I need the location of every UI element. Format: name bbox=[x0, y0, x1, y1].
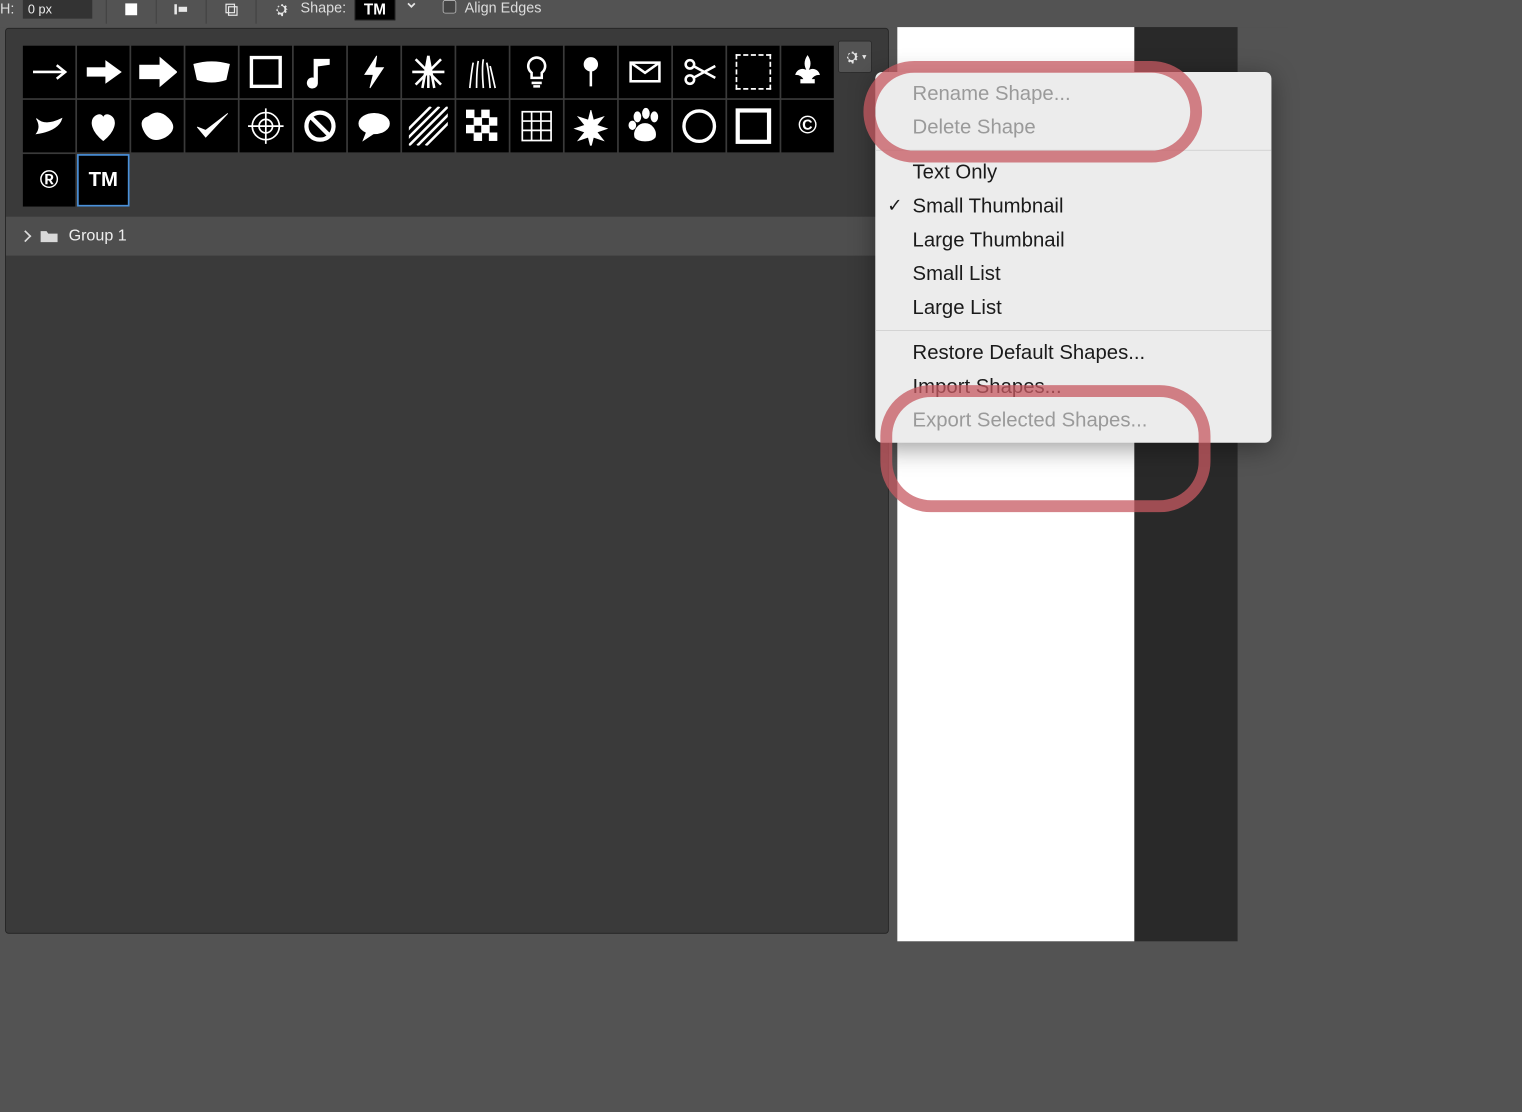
shape-grid[interactable] bbox=[510, 100, 562, 152]
shape-preview[interactable]: TM bbox=[355, 0, 396, 20]
menu-item-small-list[interactable]: Small List bbox=[875, 257, 1271, 291]
shape-flyout-menu: Rename Shape...Delete ShapeText OnlySmal… bbox=[875, 72, 1271, 443]
shapes-grid: © ® TM bbox=[6, 29, 888, 212]
menu-item-delete-shape: Delete Shape bbox=[875, 111, 1271, 145]
fill-swatch-icon[interactable] bbox=[120, 0, 142, 19]
shape-copyright[interactable]: © bbox=[781, 100, 833, 152]
shape-pushpin[interactable] bbox=[565, 46, 617, 98]
menu-divider bbox=[875, 150, 1271, 151]
shape-registered[interactable]: ® bbox=[23, 154, 75, 206]
shape-heart[interactable] bbox=[77, 100, 129, 152]
menu-item-small-thumbnail[interactable]: Small Thumbnail bbox=[875, 190, 1271, 224]
menu-item-large-list[interactable]: Large List bbox=[875, 291, 1271, 325]
chevron-right-icon bbox=[19, 230, 31, 242]
shape-eighth-note[interactable] bbox=[294, 46, 346, 98]
shape-arrow-thin-right[interactable] bbox=[23, 46, 75, 98]
shape-checker[interactable] bbox=[456, 100, 508, 152]
shape-starburst[interactable] bbox=[402, 46, 454, 98]
dropdown-caret-icon: ▾ bbox=[862, 52, 866, 61]
shape-banner[interactable] bbox=[185, 46, 237, 98]
menu-item-import-shapes[interactable]: Import Shapes... bbox=[875, 370, 1271, 404]
shape-ribbon[interactable] bbox=[23, 100, 75, 152]
shape-square-outline[interactable] bbox=[727, 100, 779, 152]
shape-grass[interactable] bbox=[456, 46, 508, 98]
menu-item-export-selected-shapes: Export Selected Shapes... bbox=[875, 404, 1271, 438]
arrange-icon[interactable] bbox=[220, 0, 242, 19]
align-icon[interactable] bbox=[170, 0, 192, 19]
menu-item-rename-shape: Rename Shape... bbox=[875, 77, 1271, 111]
menu-item-restore-default-shapes[interactable]: Restore Default Shapes... bbox=[875, 336, 1271, 370]
separator bbox=[256, 0, 257, 24]
shape-label: Shape: bbox=[301, 0, 347, 17]
panel-gear-button[interactable]: ▾ bbox=[838, 41, 872, 73]
separator bbox=[106, 0, 107, 24]
shape-picker-panel: © ® TM Group 1 bbox=[5, 28, 889, 934]
shape-blob[interactable] bbox=[131, 100, 183, 152]
shape-dropdown-icon[interactable] bbox=[404, 0, 419, 10]
shape-rough-frame[interactable] bbox=[240, 46, 292, 98]
shape-arrow-medium-right[interactable] bbox=[77, 46, 129, 98]
align-edges-checkbox[interactable] bbox=[443, 0, 457, 14]
shape-checkmark[interactable] bbox=[185, 100, 237, 152]
gear-icon[interactable] bbox=[270, 0, 292, 19]
shape-stamp-dashed[interactable] bbox=[727, 46, 779, 98]
menu-item-large-thumbnail[interactable]: Large Thumbnail bbox=[875, 223, 1271, 257]
shape-lightning[interactable] bbox=[348, 46, 400, 98]
menu-item-text-only[interactable]: Text Only bbox=[875, 156, 1271, 190]
shape-diagonal-lines[interactable] bbox=[402, 100, 454, 152]
group-label: Group 1 bbox=[69, 227, 127, 246]
shape-speech-bubble[interactable] bbox=[348, 100, 400, 152]
shape-scissors[interactable] bbox=[673, 46, 725, 98]
align-edges-label: Align Edges bbox=[465, 0, 542, 17]
shape-no-symbol[interactable] bbox=[294, 100, 346, 152]
folder-icon bbox=[40, 229, 59, 244]
separator bbox=[206, 0, 207, 24]
shape-target[interactable] bbox=[240, 100, 292, 152]
shape-fleur-de-lis[interactable] bbox=[781, 46, 833, 98]
shape-envelope[interactable] bbox=[619, 46, 671, 98]
shape-trademark[interactable]: TM bbox=[77, 154, 129, 206]
shape-paw[interactable] bbox=[619, 100, 671, 152]
separator bbox=[156, 0, 157, 24]
height-label: H: bbox=[0, 0, 14, 18]
shape-group-row[interactable]: Group 1 bbox=[6, 217, 888, 256]
options-bar: H: Shape: TM Align Edges bbox=[0, 0, 1288, 27]
height-input[interactable] bbox=[23, 0, 92, 19]
shape-spark[interactable] bbox=[565, 100, 617, 152]
shape-circle[interactable] bbox=[673, 100, 725, 152]
shape-arrow-bold-right[interactable] bbox=[131, 46, 183, 98]
menu-divider bbox=[875, 330, 1271, 331]
shape-lightbulb[interactable] bbox=[510, 46, 562, 98]
